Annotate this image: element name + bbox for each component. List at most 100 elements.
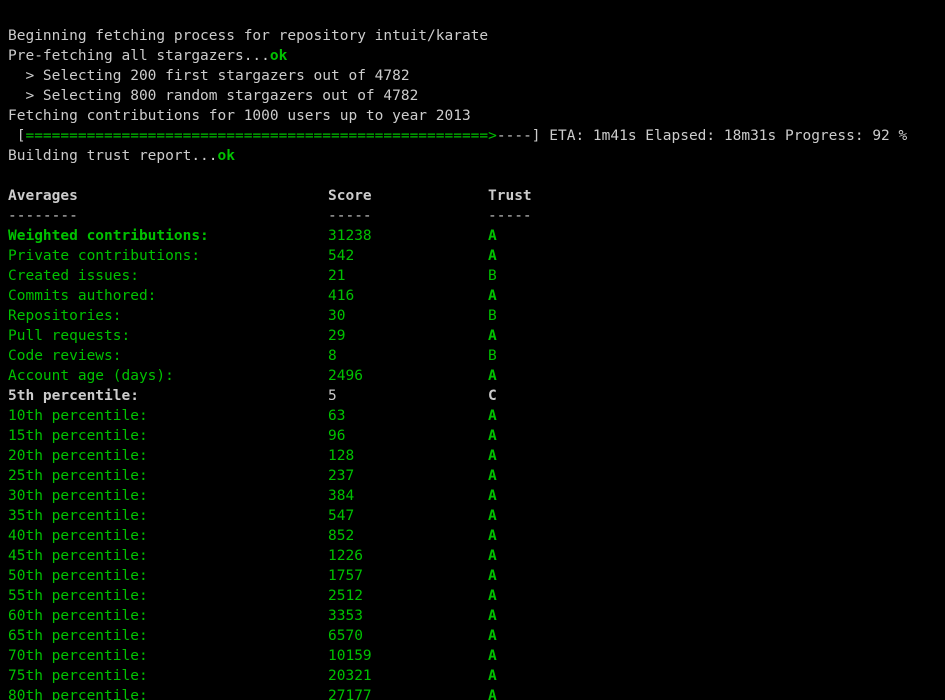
row-label: 60th percentile: bbox=[8, 606, 328, 626]
row-label: 15th percentile: bbox=[8, 426, 328, 446]
table-row: 20th percentile:128A bbox=[8, 448, 497, 464]
table-row: 65th percentile:6570A bbox=[8, 628, 497, 644]
row-score: 1226 bbox=[328, 546, 488, 566]
row-label: Created issues: bbox=[8, 266, 328, 286]
progress-label: Progress: bbox=[776, 128, 872, 144]
row-score: 31238 bbox=[328, 226, 488, 246]
table-row: Weighted contributions:31238A bbox=[8, 228, 497, 244]
row-trust: A bbox=[488, 486, 497, 506]
row-score: 2496 bbox=[328, 366, 488, 386]
table-row: 60th percentile:3353A bbox=[8, 608, 497, 624]
row-label: Commits authored: bbox=[8, 286, 328, 306]
terminal-output: Beginning fetching process for repositor… bbox=[0, 0, 945, 700]
row-score: 237 bbox=[328, 466, 488, 486]
ok-1: ok bbox=[270, 48, 287, 64]
table-row: 80th percentile:27177A bbox=[8, 688, 497, 700]
row-label: 35th percentile: bbox=[8, 506, 328, 526]
table-row: 55th percentile:2512A bbox=[8, 588, 497, 604]
row-label: 20th percentile: bbox=[8, 446, 328, 466]
table-row: 25th percentile:237A bbox=[8, 468, 497, 484]
row-label: Account age (days): bbox=[8, 366, 328, 386]
row-label: 70th percentile: bbox=[8, 646, 328, 666]
row-score: 542 bbox=[328, 246, 488, 266]
line-building: Building trust report... bbox=[8, 148, 218, 164]
row-label: 65th percentile: bbox=[8, 626, 328, 646]
progress-fill: ========================================… bbox=[25, 128, 496, 144]
table-row: Commits authored:416A bbox=[8, 288, 497, 304]
progress-empty: ----] bbox=[497, 128, 549, 144]
row-score: 5 bbox=[328, 386, 488, 406]
row-score: 20321 bbox=[328, 666, 488, 686]
table-row: Repositories:30B bbox=[8, 308, 497, 324]
row-score: 416 bbox=[328, 286, 488, 306]
table-row: Account age (days):2496A bbox=[8, 368, 497, 384]
row-trust: A bbox=[488, 366, 497, 386]
row-trust: A bbox=[488, 646, 497, 666]
row-score: 29 bbox=[328, 326, 488, 346]
row-trust: A bbox=[488, 526, 497, 546]
row-trust: A bbox=[488, 566, 497, 586]
row-label: 50th percentile: bbox=[8, 566, 328, 586]
row-trust: B bbox=[488, 266, 497, 286]
row-label: Pull requests: bbox=[8, 326, 328, 346]
col-header-trust: Trust bbox=[488, 186, 532, 206]
row-score: 96 bbox=[328, 426, 488, 446]
table-row: 5th percentile:5C bbox=[8, 388, 497, 404]
row-score: 6570 bbox=[328, 626, 488, 646]
col-underline-trust: ----- bbox=[488, 206, 532, 226]
row-label: Private contributions: bbox=[8, 246, 328, 266]
table-row: 10th percentile:63A bbox=[8, 408, 497, 424]
row-trust: A bbox=[488, 546, 497, 566]
row-trust: A bbox=[488, 246, 497, 266]
row-score: 8 bbox=[328, 346, 488, 366]
row-score: 21 bbox=[328, 266, 488, 286]
row-trust: A bbox=[488, 326, 497, 346]
table-row: Code reviews:8B bbox=[8, 348, 497, 364]
row-score: 3353 bbox=[328, 606, 488, 626]
row-label: 45th percentile: bbox=[8, 546, 328, 566]
row-score: 852 bbox=[328, 526, 488, 546]
row-trust: B bbox=[488, 306, 497, 326]
row-score: 547 bbox=[328, 506, 488, 526]
line-select-random: > Selecting 800 random stargazers out of… bbox=[8, 88, 418, 104]
elapsed-label: Elapsed: bbox=[637, 128, 724, 144]
ok-2: ok bbox=[218, 148, 235, 164]
row-label: 55th percentile: bbox=[8, 586, 328, 606]
table-row: 75th percentile:20321A bbox=[8, 668, 497, 684]
table-row: Private contributions:542A bbox=[8, 248, 497, 264]
row-score: 27177 bbox=[328, 686, 488, 700]
row-trust: A bbox=[488, 586, 497, 606]
col-header-score: Score bbox=[328, 186, 488, 206]
row-label: 80th percentile: bbox=[8, 686, 328, 700]
row-trust: A bbox=[488, 626, 497, 646]
line-select-first: > Selecting 200 first stargazers out of … bbox=[8, 68, 410, 84]
table-row: Pull requests:29A bbox=[8, 328, 497, 344]
row-label: 25th percentile: bbox=[8, 466, 328, 486]
row-trust: A bbox=[488, 226, 497, 246]
row-trust: A bbox=[488, 406, 497, 426]
row-label: 75th percentile: bbox=[8, 666, 328, 686]
eta-value: 1m41s bbox=[593, 128, 637, 144]
row-trust: A bbox=[488, 686, 497, 700]
row-trust: A bbox=[488, 466, 497, 486]
eta-label: ETA: bbox=[549, 128, 593, 144]
row-label: 30th percentile: bbox=[8, 486, 328, 506]
line-fetching: Fetching contributions for 1000 users up… bbox=[8, 108, 471, 124]
row-label: 10th percentile: bbox=[8, 406, 328, 426]
row-trust: A bbox=[488, 426, 497, 446]
line-begin: Beginning fetching process for repositor… bbox=[8, 28, 488, 44]
row-score: 1757 bbox=[328, 566, 488, 586]
row-label: 5th percentile: bbox=[8, 386, 328, 406]
table-row: 45th percentile:1226A bbox=[8, 548, 497, 564]
row-trust: A bbox=[488, 606, 497, 626]
table-row: 15th percentile:96A bbox=[8, 428, 497, 444]
row-trust: B bbox=[488, 346, 497, 366]
row-score: 30 bbox=[328, 306, 488, 326]
line-prefetch: Pre-fetching all stargazers... bbox=[8, 48, 270, 64]
row-score: 128 bbox=[328, 446, 488, 466]
row-trust: C bbox=[488, 386, 497, 406]
col-underline-score: ----- bbox=[328, 206, 488, 226]
table-row: 50th percentile:1757A bbox=[8, 568, 497, 584]
row-score: 384 bbox=[328, 486, 488, 506]
row-label: Code reviews: bbox=[8, 346, 328, 366]
